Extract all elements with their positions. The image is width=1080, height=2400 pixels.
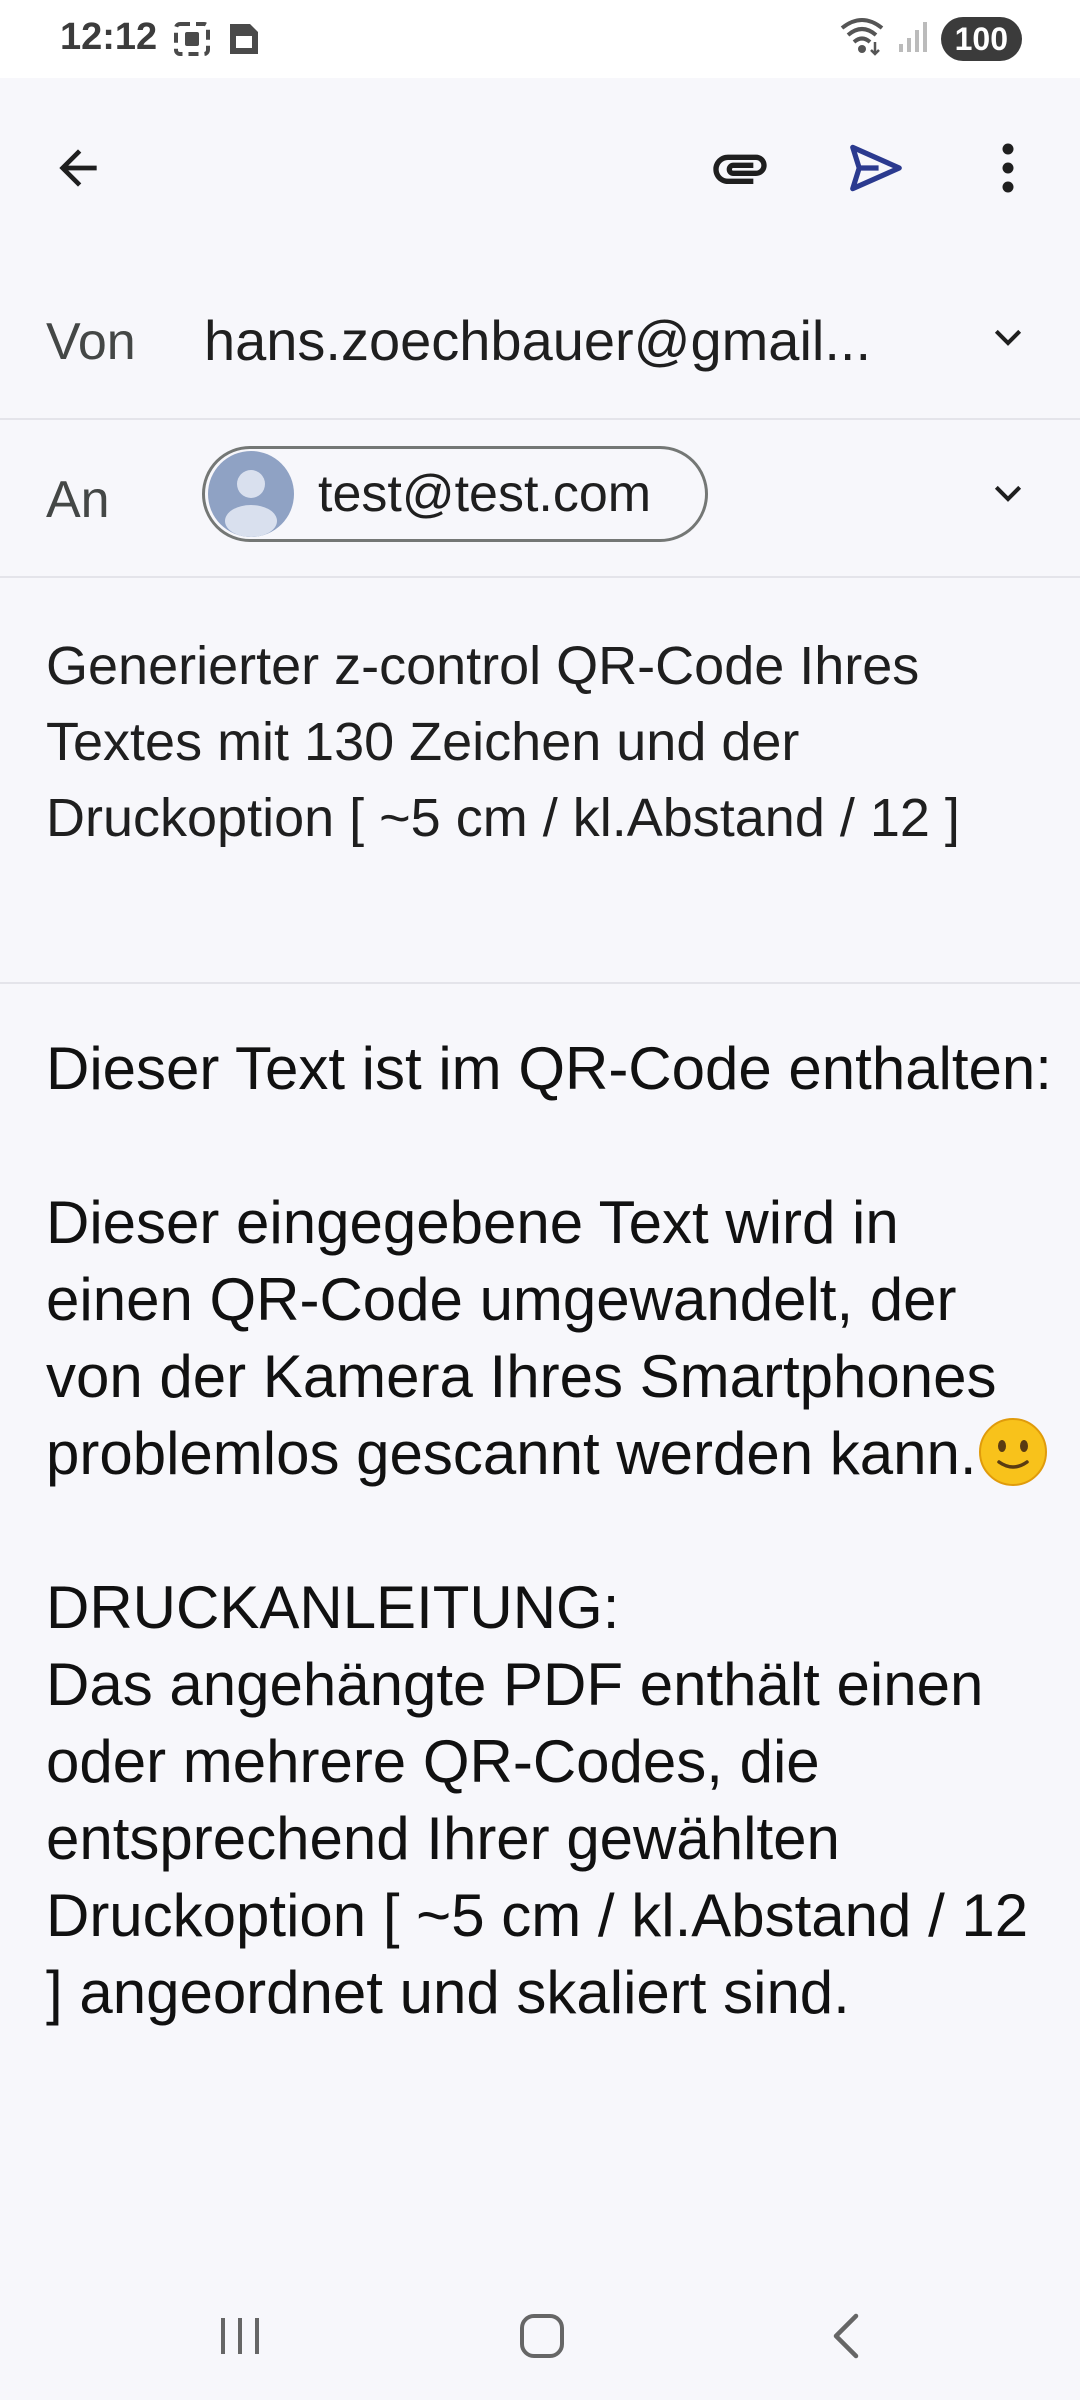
battery-indicator: 100 bbox=[940, 16, 1022, 61]
recipient-email: test@test.com bbox=[318, 465, 652, 523]
status-bar: 12:12 100 bbox=[0, 0, 1080, 78]
from-row: Von hans.zoechbauer@gmail... bbox=[0, 258, 1080, 420]
smiling-face-icon bbox=[977, 1416, 1049, 1488]
body-paragraph: Dieser Text ist im QR-Code enthalten: bbox=[46, 1035, 1052, 1102]
screenshot-icon bbox=[172, 20, 212, 63]
body-paragraph: Dieser eingegebene Text wird in einen QR… bbox=[46, 1184, 1056, 1492]
home-icon[interactable] bbox=[502, 2296, 582, 2376]
body-text: Dieser eingegebene Text wird in einen QR… bbox=[46, 1189, 997, 1487]
compose-toolbar bbox=[0, 78, 1080, 258]
status-left-icons bbox=[172, 20, 262, 63]
sim-icon bbox=[222, 20, 262, 63]
to-label: An bbox=[46, 471, 110, 529]
recipient-chip[interactable]: test@test.com bbox=[202, 446, 708, 542]
attach-icon[interactable] bbox=[704, 132, 776, 204]
body-paragraph: DRUCKANLEITUNG: Das angehängte PDF enthäl… bbox=[46, 1569, 1056, 2031]
send-icon[interactable] bbox=[840, 132, 912, 204]
body-text: Das angehängte PDF enthält einen oder me… bbox=[46, 1651, 1029, 2026]
from-field[interactable]: hans.zoechbauer@gmail... bbox=[204, 308, 871, 373]
status-right: 100 bbox=[839, 16, 1022, 61]
system-nav-bar bbox=[0, 2266, 1080, 2400]
back-icon[interactable] bbox=[806, 2296, 886, 2376]
divider bbox=[0, 982, 1080, 984]
more-vert-icon[interactable] bbox=[972, 132, 1044, 204]
body-field[interactable]: Dieser Text ist im QR-Code enthalten: Di… bbox=[46, 1030, 1056, 2031]
status-time: 12:12 bbox=[60, 16, 158, 58]
subject-field[interactable]: Generierter z-control QR-Code Ihres Text… bbox=[46, 628, 1036, 856]
back-arrow-icon[interactable] bbox=[42, 132, 114, 204]
chevron-down-icon[interactable] bbox=[976, 306, 1040, 370]
avatar bbox=[208, 451, 294, 537]
from-label: Von bbox=[46, 313, 136, 371]
print-instructions-heading: DRUCKANLEITUNG: bbox=[46, 1574, 620, 1641]
recents-icon[interactable] bbox=[200, 2296, 280, 2376]
to-row: An test@test.com bbox=[0, 420, 1080, 578]
wifi-icon bbox=[839, 16, 885, 61]
signal-icon bbox=[897, 18, 929, 59]
chevron-down-icon[interactable] bbox=[976, 462, 1040, 526]
